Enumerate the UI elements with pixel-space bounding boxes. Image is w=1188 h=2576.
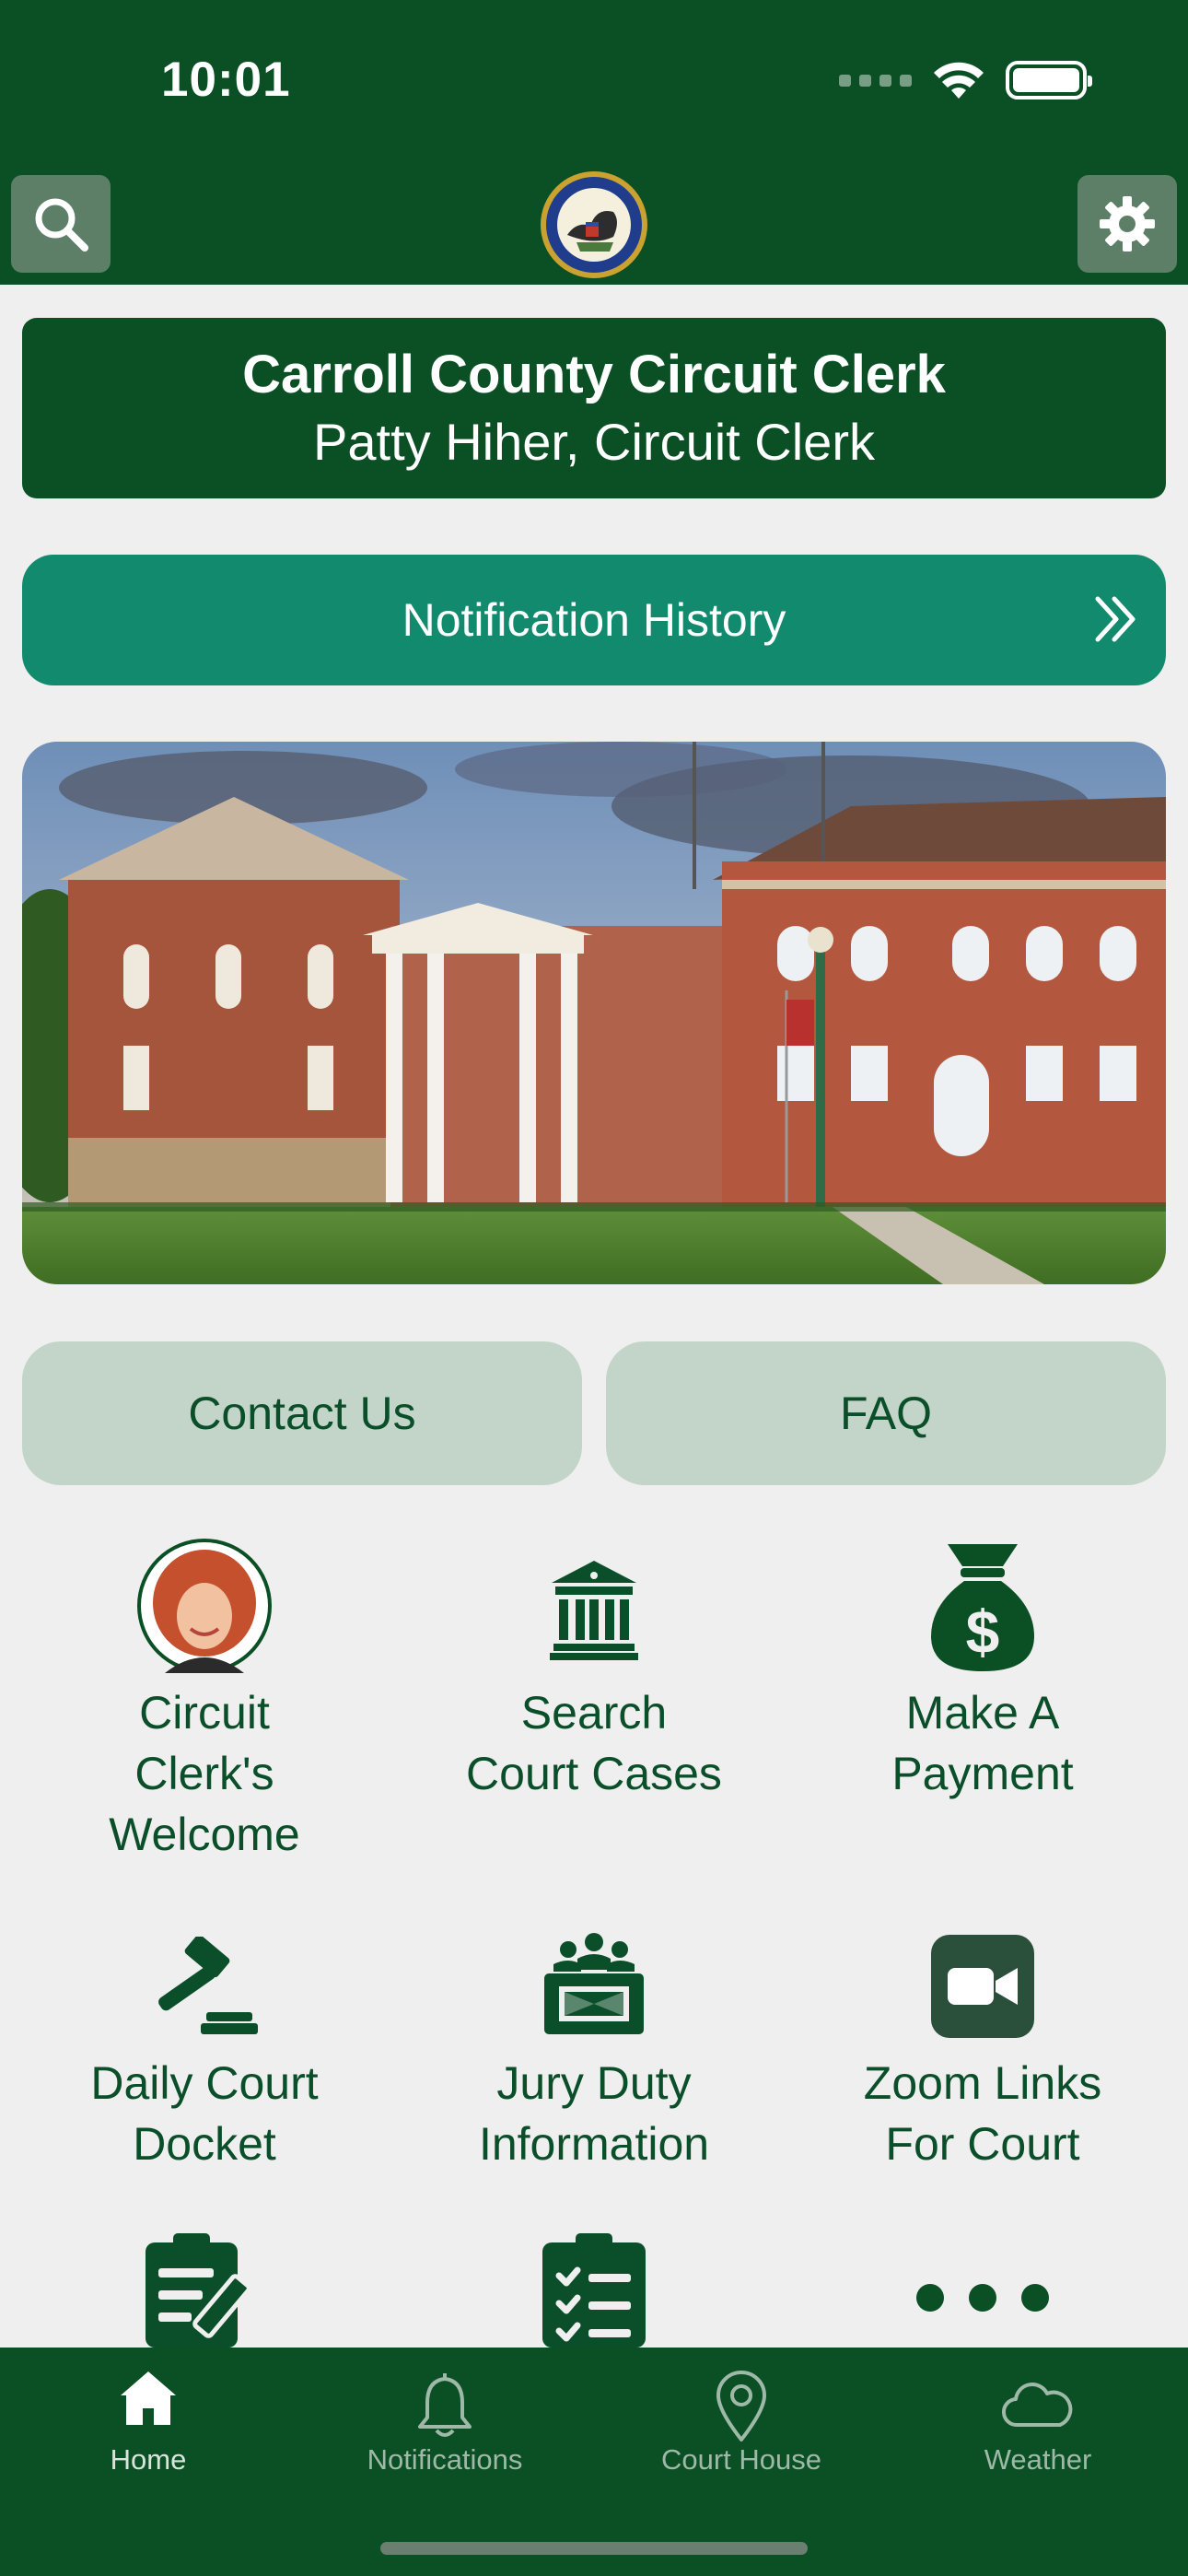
status-time: 10:01	[161, 53, 291, 107]
money-bag-icon: $	[931, 1544, 1034, 1671]
tab-home[interactable]: Home	[0, 2348, 297, 2495]
tile-label-line: Docket	[133, 2118, 276, 2170]
courthouse-illustration	[22, 742, 1166, 1284]
tab-label: Weather	[984, 2443, 1092, 2476]
tab-court-house[interactable]: Court House	[593, 2348, 890, 2495]
tile-label-line: Search	[520, 1687, 668, 1739]
contact-us-button[interactable]: Contact Us	[22, 1341, 582, 1485]
battery-icon	[1006, 61, 1092, 100]
home-indicator[interactable]	[380, 2542, 808, 2555]
tile-label-line: For Court	[885, 2118, 1080, 2170]
courthouse-photo	[22, 742, 1166, 1284]
tab-notifications[interactable]: Notifications	[297, 2348, 593, 2495]
status-icons	[839, 57, 1092, 103]
wifi-icon	[934, 62, 984, 99]
tile-label-line: Zoom Links	[863, 2057, 1102, 2109]
tab-label: Court House	[660, 2443, 822, 2476]
tile-label-line: Daily Court	[90, 2057, 319, 2109]
tile-checklist[interactable]	[410, 2230, 778, 2348]
tile-label-line: Welcome	[109, 1809, 300, 1860]
tile-zoom-links-for-court[interactable]: Zoom Links For Court	[798, 1926, 1167, 2202]
clerk-title-card: Carroll County Circuit Clerk Patty Hiher…	[22, 318, 1166, 498]
page-subtitle: Patty Hiher, Circuit Clerk	[313, 413, 875, 471]
courthouse-icon	[550, 1561, 638, 1660]
tile-daily-court-docket[interactable]: Daily Court Docket	[20, 1926, 389, 2202]
tile-jury-duty-information[interactable]: Jury Duty Information	[410, 1926, 778, 2202]
tile-more[interactable]	[798, 2230, 1167, 2348]
tile-clipboard-pen[interactable]	[20, 2230, 389, 2348]
cloud-icon	[1001, 2383, 1073, 2428]
tab-label: Notifications	[367, 2443, 523, 2476]
top-bar: 10:01	[0, 0, 1188, 285]
settings-button[interactable]	[1077, 175, 1177, 273]
video-camera-icon	[931, 1935, 1034, 2038]
tile-label-line: Information	[478, 2118, 710, 2170]
notification-history-label: Notification History	[402, 594, 786, 646]
jury-icon	[544, 1933, 644, 2034]
search-icon	[35, 198, 88, 252]
tile-label-line: Make A	[905, 1687, 1060, 1739]
tab-label: Home	[110, 2443, 187, 2476]
gear-icon	[1100, 196, 1155, 252]
notification-history-button[interactable]: Notification History	[22, 555, 1166, 685]
tile-label-line: Payment	[891, 1748, 1074, 1799]
checklist-icon	[542, 2233, 646, 2348]
tile-search-court-cases[interactable]: Search Court Cases	[410, 1539, 778, 1815]
gavel-icon	[158, 1937, 258, 2034]
tile-label-line: Circuit	[139, 1687, 270, 1739]
page-title: Carroll County Circuit Clerk	[242, 345, 946, 404]
svg-text:$: $	[966, 1598, 1000, 1666]
faq-button[interactable]: FAQ	[606, 1341, 1166, 1485]
more-icon	[916, 2284, 1049, 2312]
clipboard-pen-icon	[146, 2233, 251, 2348]
clerk-portrait-avatar	[137, 1539, 272, 1673]
double-chevron-right-icon	[1095, 596, 1136, 642]
cellular-signal-icon	[839, 74, 912, 87]
state-seal-logo	[541, 171, 647, 278]
tile-make-a-payment[interactable]: $ Make A Payment	[798, 1539, 1167, 1815]
tile-label-line: Court Cases	[466, 1748, 722, 1799]
tile-label-line: Clerk's	[134, 1748, 274, 1799]
bell-icon	[418, 2373, 472, 2437]
tab-weather[interactable]: Weather	[890, 2348, 1186, 2495]
tile-label-line: Jury Duty	[496, 2057, 692, 2109]
tile-circuit-clerk-welcome[interactable]: Circuit Clerk's Welcome	[20, 1539, 389, 1870]
search-button[interactable]	[11, 175, 111, 273]
home-icon	[121, 2371, 176, 2425]
location-pin-icon	[716, 2371, 766, 2441]
